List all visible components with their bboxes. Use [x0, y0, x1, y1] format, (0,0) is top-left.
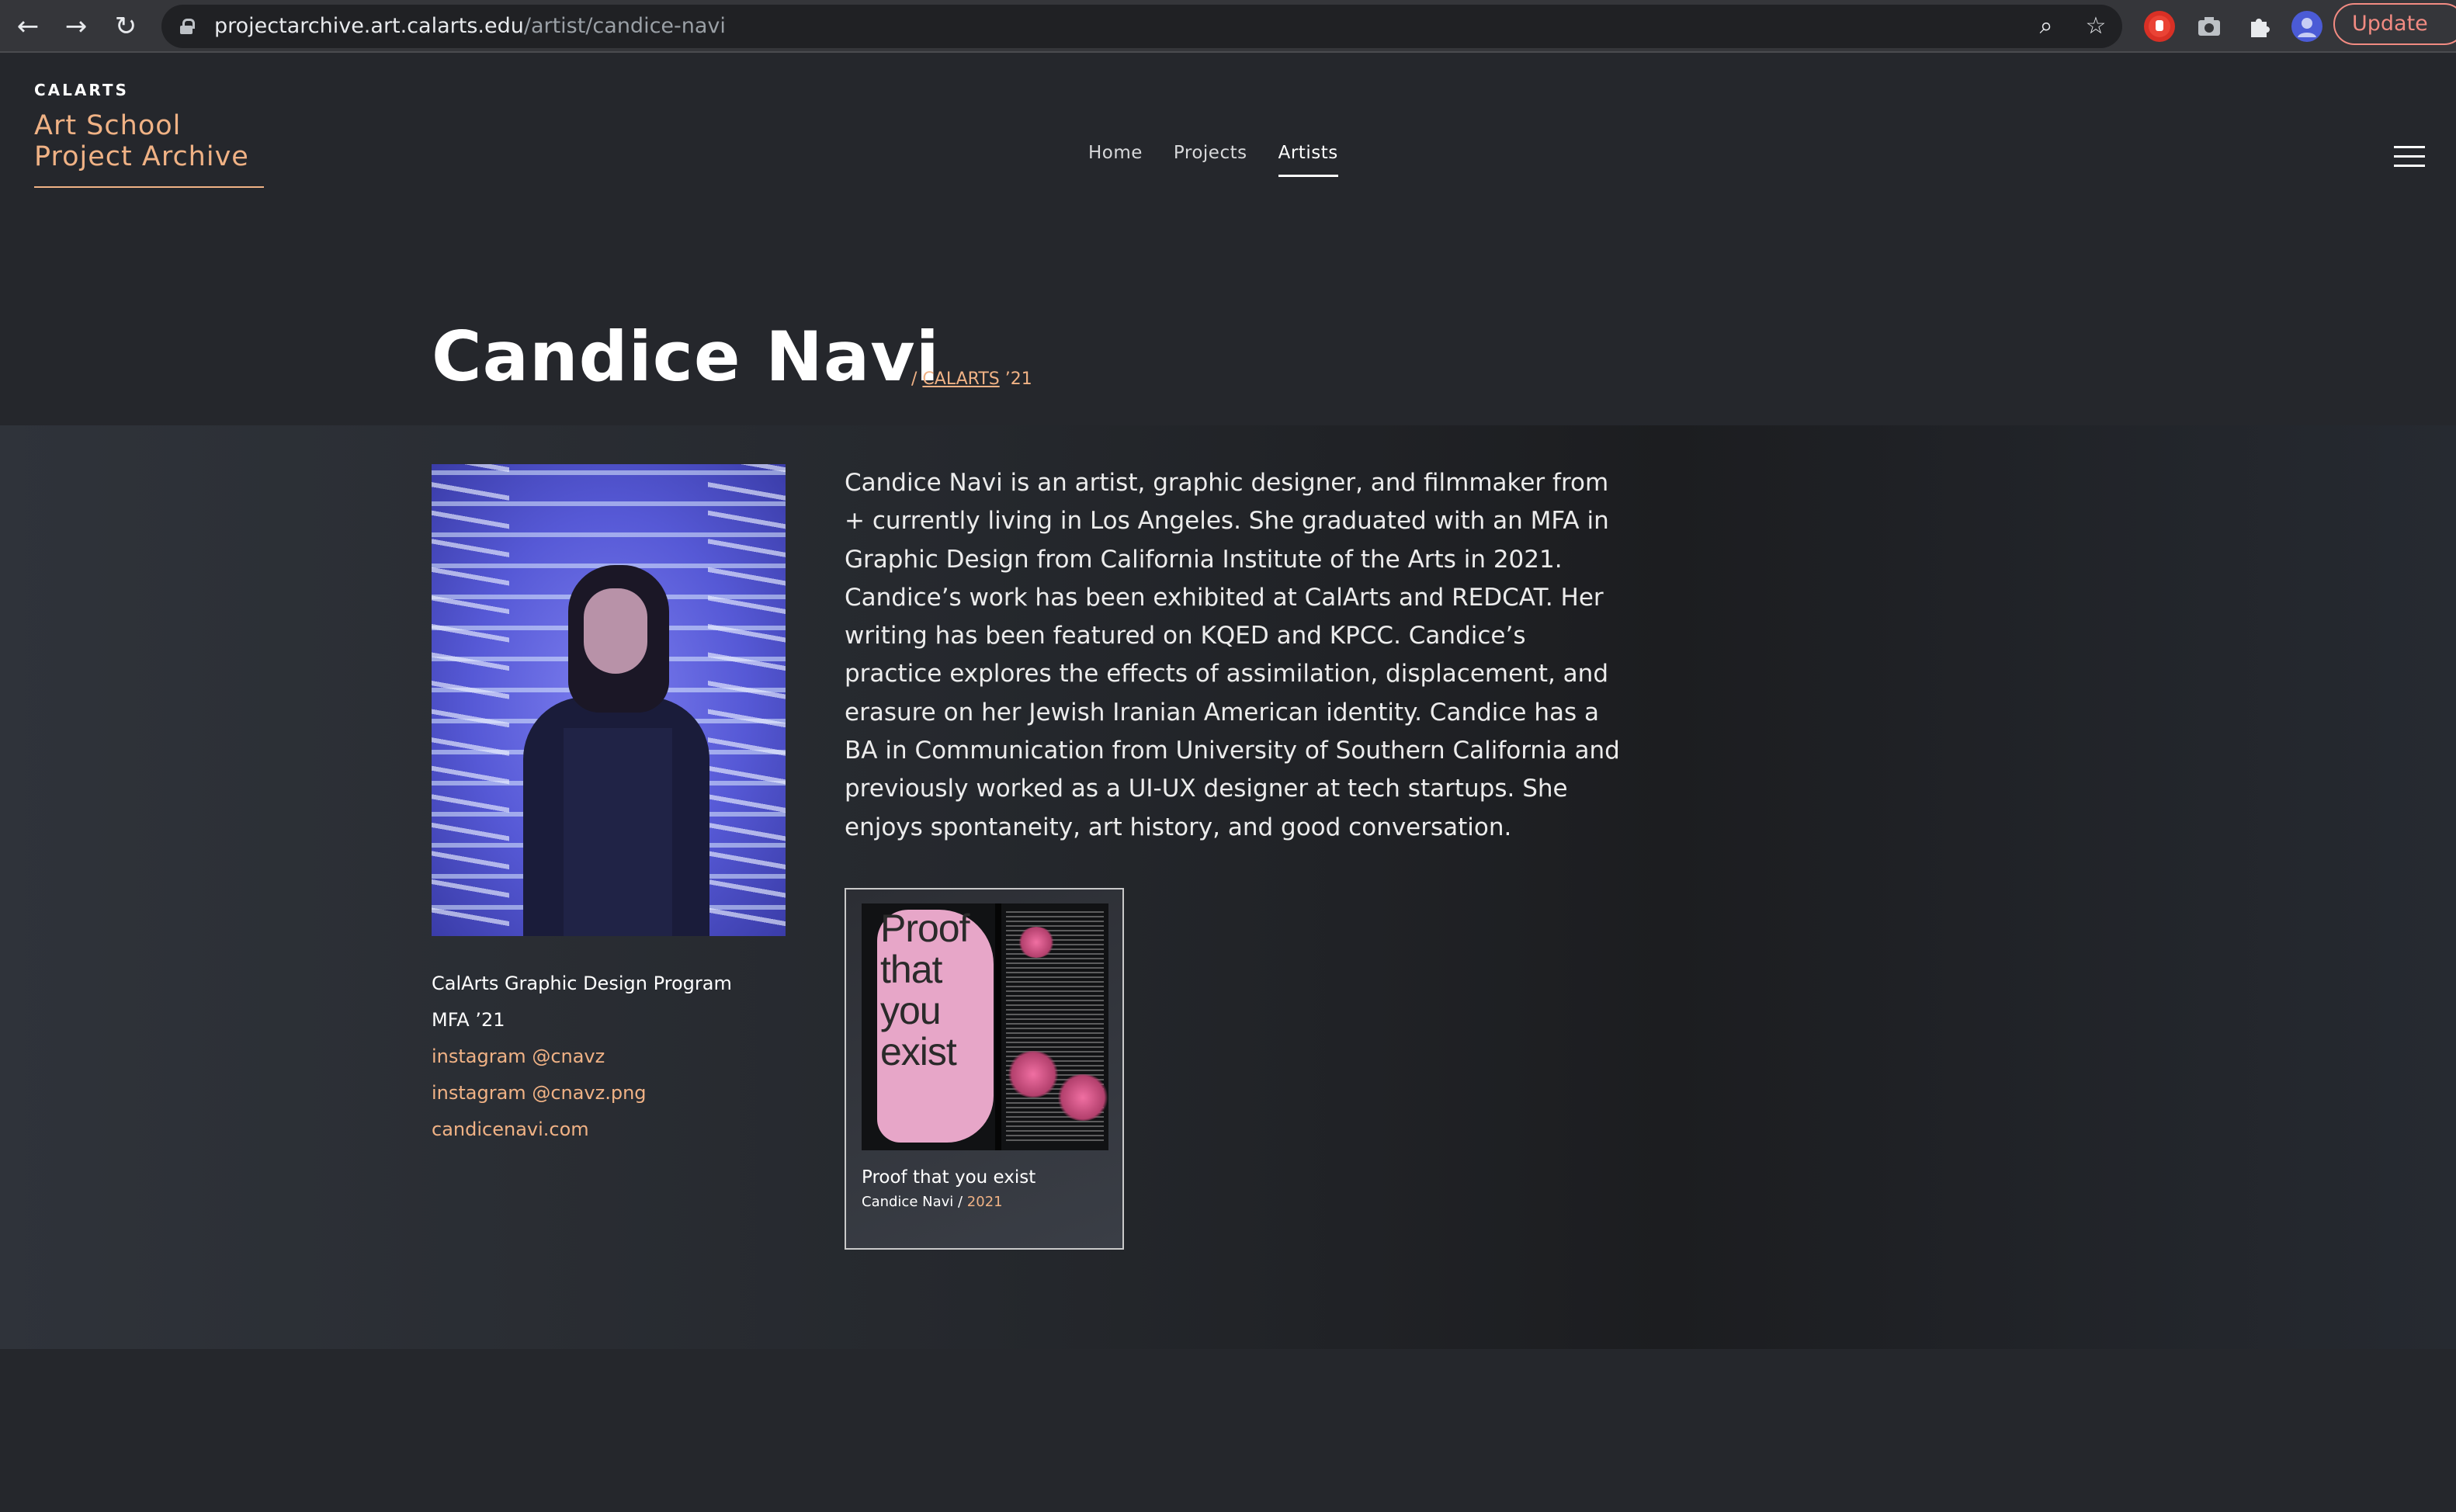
program-name: CalArts Graphic Design Program [432, 973, 732, 994]
extension-stop-icon[interactable] [2144, 11, 2175, 42]
artist-portrait [432, 464, 786, 936]
forward-arrow-icon[interactable]: → [57, 8, 95, 45]
school-link[interactable]: CALARTS [922, 369, 999, 389]
artist-name: Candice Navi [432, 317, 940, 397]
brand-kicker: CALARTS [34, 81, 129, 99]
nav-projects[interactable]: Projects [1174, 143, 1247, 177]
nav-artists[interactable]: Artists [1278, 143, 1338, 177]
brand-underline [34, 186, 264, 188]
artist-bio: Candice Navi is an artist, graphic desig… [845, 469, 1620, 841]
reload-icon[interactable]: ↻ [107, 8, 144, 45]
thumbnail-text: Proof that you exist [880, 907, 970, 1073]
url-text[interactable]: projectarchive.art.calarts.edu/artist/ca… [214, 5, 726, 48]
project-card[interactable]: Proof that you exist Proof that you exis… [845, 888, 1124, 1250]
menu-hamburger-icon[interactable] [2394, 146, 2425, 168]
project-thumbnail[interactable]: Proof that you exist [862, 903, 1108, 1150]
project-meta: Candice Navi / 2021 [862, 1194, 1003, 1210]
main-nav: Home Projects Artists [1088, 143, 1338, 177]
artist-profile-info: CalArts Graphic Design Program MFA ’21 i… [432, 966, 804, 1148]
zoom-icon[interactable]: ⌕ [2032, 12, 2060, 40]
update-button[interactable]: Update [2333, 3, 2456, 45]
project-author: Candice Navi [862, 1194, 954, 1210]
brand-name: Art School Project Archive [34, 110, 249, 172]
artist-school-year: / CALARTS ’21 [911, 369, 1032, 389]
site-header: CALARTS Art School Project Archive Home … [0, 54, 2456, 210]
address-bar[interactable]: projectarchive.art.calarts.edu/artist/ca… [161, 5, 2122, 48]
nav-home[interactable]: Home [1088, 143, 1143, 177]
instagram-link-2[interactable]: instagram @cnavz.png [432, 1075, 804, 1111]
bookmark-star-icon[interactable]: ☆ [2082, 12, 2110, 40]
project-title[interactable]: Proof that you exist [862, 1167, 1035, 1188]
site-logo[interactable]: CALARTS Art School Project Archive [34, 81, 264, 188]
camera-icon[interactable] [2194, 11, 2225, 42]
degree-year: MFA ’21 [432, 1009, 505, 1031]
project-year: 2021 [966, 1194, 1003, 1210]
website-link[interactable]: candicenavi.com [432, 1111, 804, 1148]
instagram-link-1[interactable]: instagram @cnavz [432, 1039, 804, 1075]
lock-icon[interactable] [180, 19, 195, 34]
profile-avatar[interactable] [2291, 11, 2322, 42]
back-arrow-icon[interactable]: ← [9, 8, 47, 45]
extensions-puzzle-icon[interactable] [2243, 11, 2274, 42]
browser-toolbar: ← → ↻ projectarchive.art.calarts.edu/art… [0, 0, 2456, 53]
